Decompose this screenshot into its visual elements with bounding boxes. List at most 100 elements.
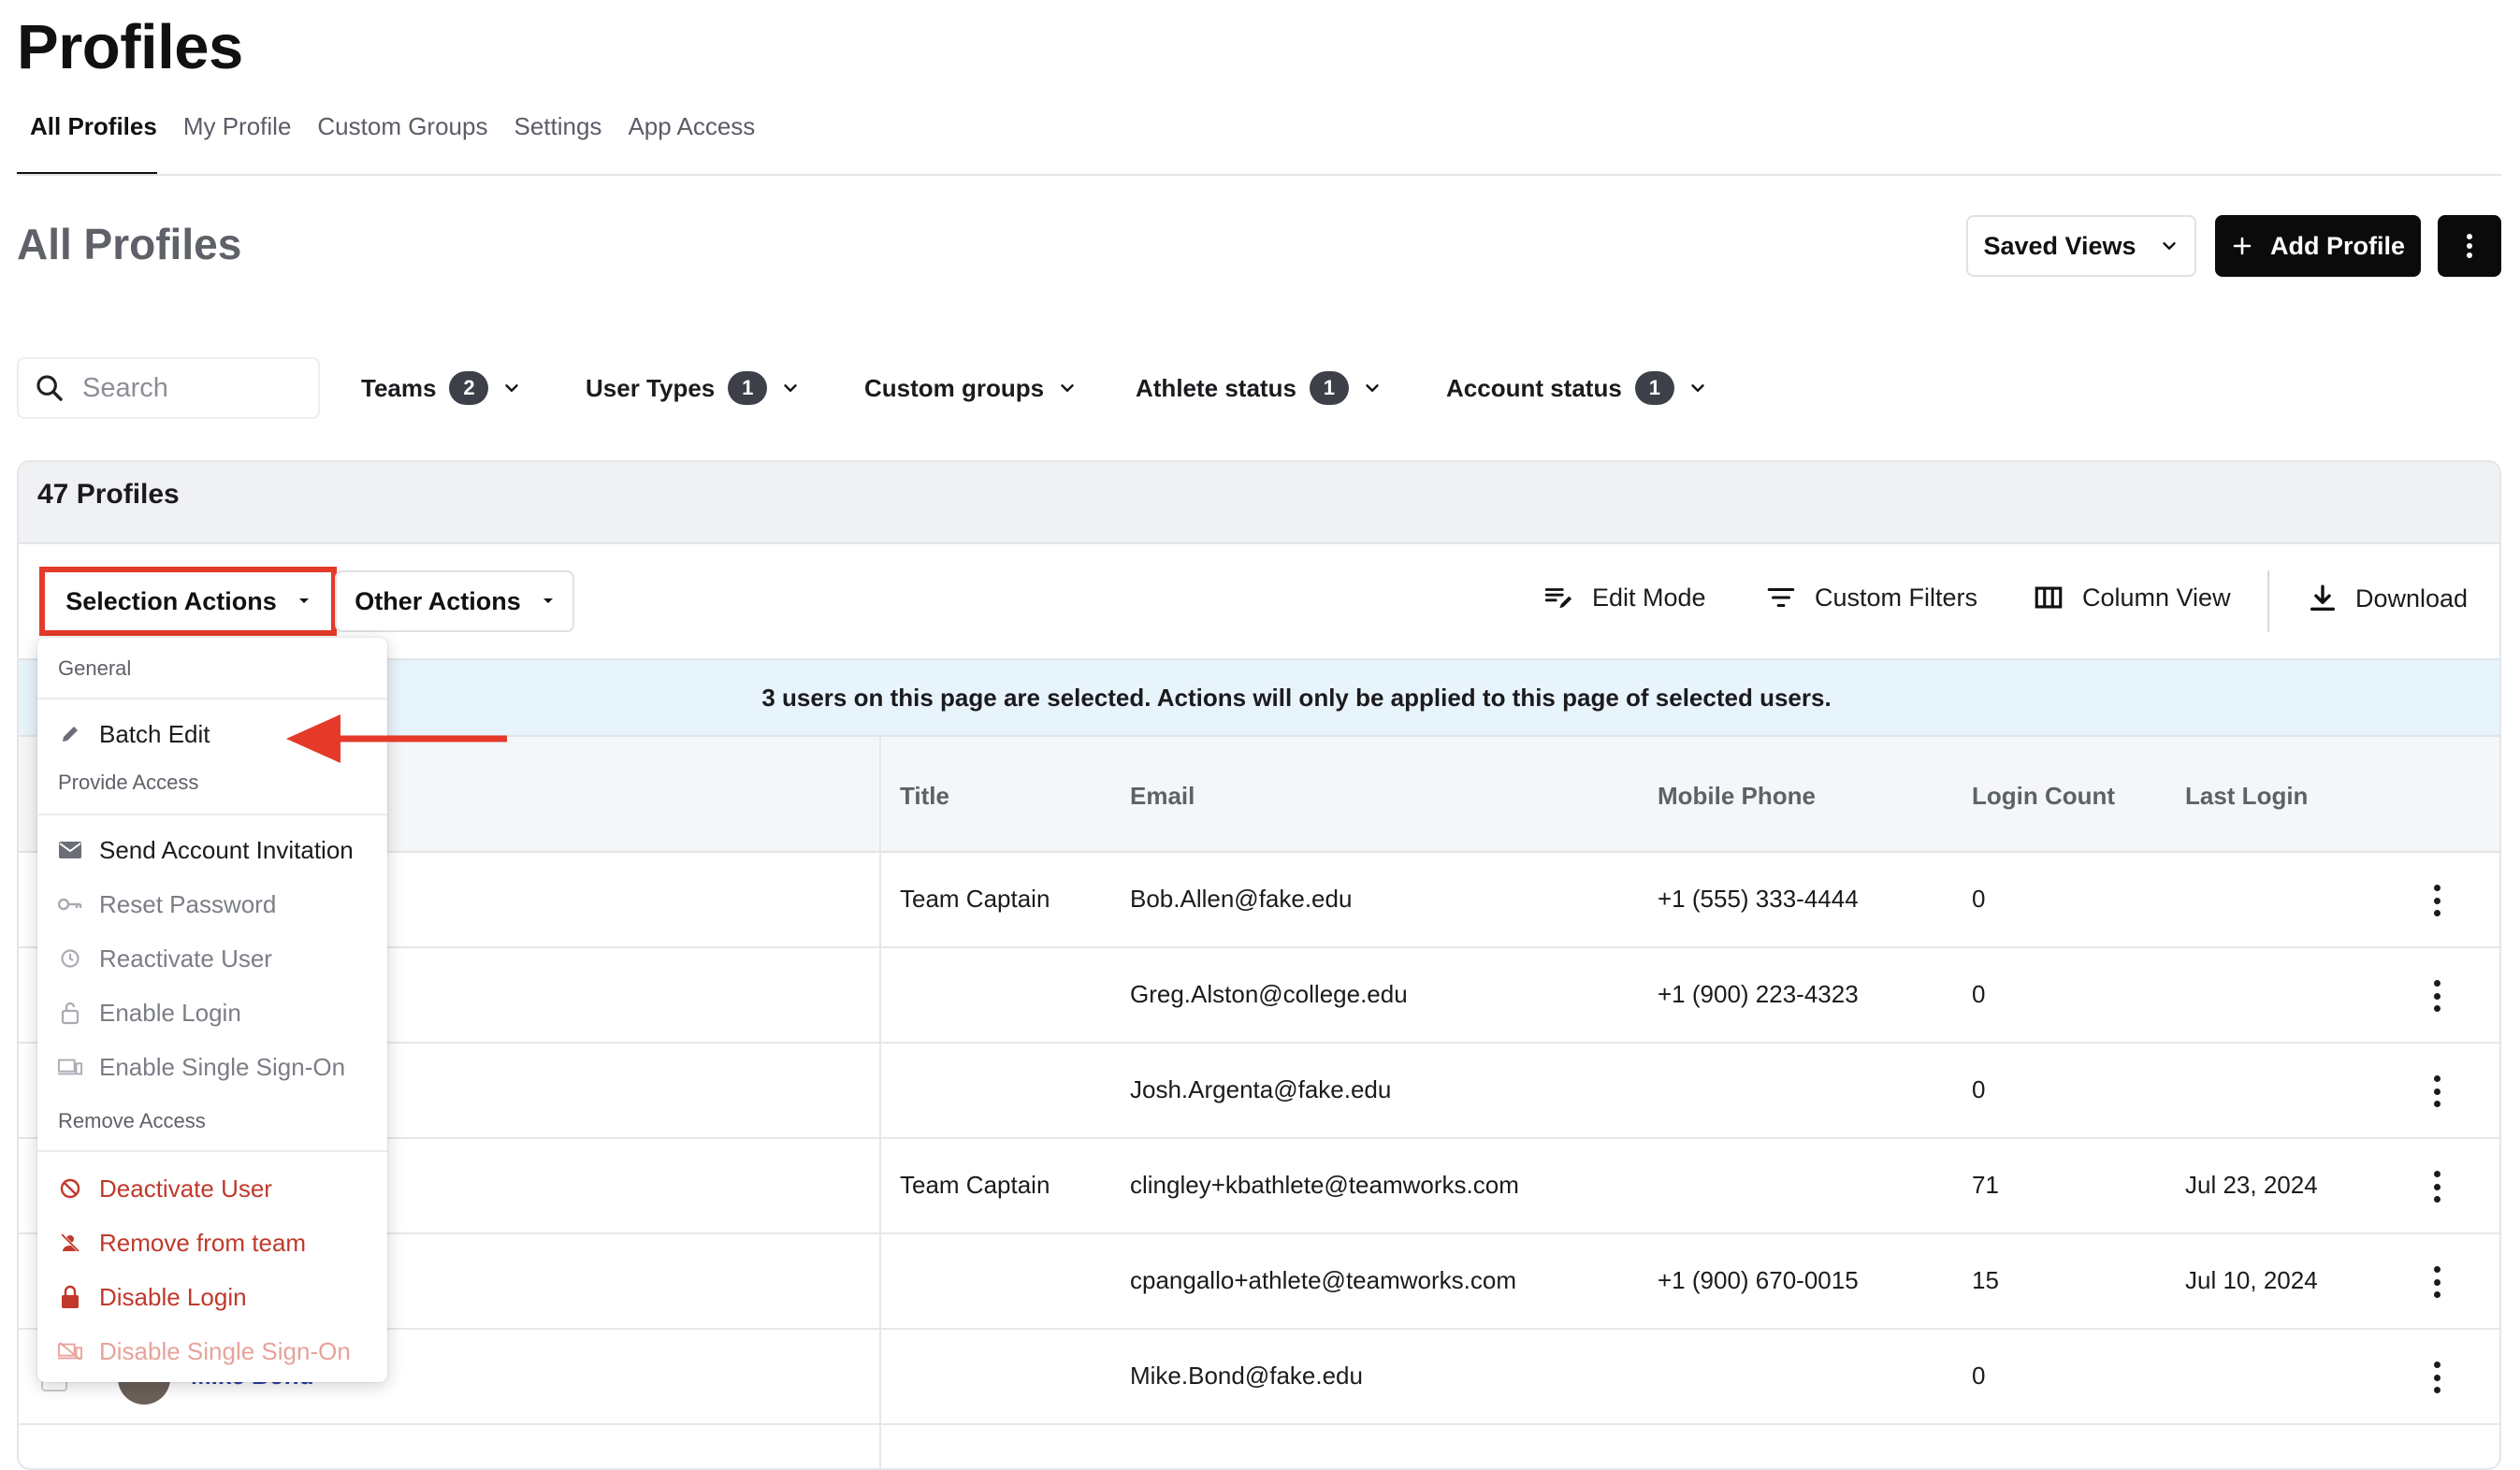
more-options-button[interactable] — [2438, 215, 2501, 277]
profile-tabs: All Profiles My Profile Custom Groups Se… — [17, 101, 768, 176]
menu-item-send-account-invitation[interactable]: Send Account Invitation — [58, 827, 354, 873]
menu-item-label: Disable Login — [99, 1282, 247, 1311]
search-icon — [36, 375, 63, 401]
menu-separator — [37, 1150, 387, 1152]
custom-filters-button[interactable]: Custom Filters — [1764, 582, 1977, 613]
menu-item-enable-single-sign-on[interactable]: Enable Single Sign-On — [58, 1044, 345, 1090]
row-menu-icon[interactable] — [2432, 980, 2441, 1012]
column-header-mobile-phone[interactable]: Mobile Phone — [1658, 782, 1816, 811]
menu-separator — [37, 698, 387, 699]
cell-mobile-phone: +1 (555) 333-4444 — [1658, 885, 1859, 913]
filter-lines-icon — [1767, 587, 1795, 608]
other-actions-label: Other Actions — [355, 586, 521, 615]
row-menu-icon[interactable] — [2432, 1266, 2441, 1298]
row-menu-icon[interactable] — [2432, 1075, 2441, 1107]
cell-email: Josh.Argenta@fake.edu — [1130, 1075, 1392, 1103]
column-header-title[interactable]: Title — [900, 782, 949, 811]
cell-last-login: Jul 23, 2024 — [2185, 1171, 2318, 1199]
lock-icon — [58, 1285, 82, 1309]
filter-count-badge: 2 — [449, 371, 489, 405]
table-row[interactable]: Team Captain clingley+kbathlete@teamwork… — [19, 1139, 2499, 1234]
edit-mode-button[interactable]: Edit Mode — [1542, 582, 1706, 613]
download-button[interactable]: Download — [2307, 582, 2468, 615]
download-label: Download — [2355, 584, 2469, 612]
menu-group-provide-access: Provide Access — [58, 771, 199, 794]
menu-item-batch-edit[interactable]: Batch Edit — [58, 711, 210, 757]
menu-item-remove-from-team[interactable]: Remove from team — [58, 1219, 306, 1266]
saved-views-label: Saved Views — [1983, 231, 2136, 260]
filter-label: Custom groups — [864, 373, 1045, 402]
row-menu-icon[interactable] — [2432, 1171, 2441, 1203]
cell-email: clingley+kbathlete@teamworks.com — [1130, 1171, 1519, 1199]
menu-item-disable-single-sign-on[interactable]: Disable Single Sign-On — [58, 1328, 351, 1375]
cell-mobile-phone: +1 (900) 223-4323 — [1658, 980, 1859, 1008]
tab-my-profile[interactable]: My Profile — [170, 101, 305, 176]
column-view-button[interactable]: Column View — [2032, 582, 2231, 613]
key-icon — [58, 892, 82, 916]
menu-separator — [37, 814, 387, 815]
table-row[interactable]: Mike Bond Mike.Bond@fake.edu 0 — [19, 1330, 2499, 1425]
columns-icon — [2035, 586, 2063, 609]
row-menu-icon[interactable] — [2432, 1362, 2441, 1393]
download-icon — [2310, 584, 2336, 612]
table-row[interactable]: Team Captain Bob.Allen@fake.edu +1 (555)… — [19, 853, 2499, 948]
toolbar-divider — [2267, 570, 2269, 632]
cell-email: cpangallo+athlete@teamworks.com — [1130, 1266, 1516, 1294]
block-icon — [58, 1176, 82, 1201]
devices-icon — [58, 1055, 82, 1079]
filter-custom-groups[interactable]: Custom groups — [864, 357, 1078, 419]
table-row[interactable]: Josh.Argenta@fake.edu 0 — [19, 1044, 2499, 1139]
cell-title: Team Captain — [900, 885, 1050, 913]
profiles-count: 47 Profiles — [37, 479, 180, 510]
tab-all-profiles[interactable]: All Profiles — [17, 101, 170, 176]
cell-email: Bob.Allen@fake.edu — [1130, 885, 1353, 913]
table-row[interactable]: cpangallo+athlete@teamworks.com +1 (900)… — [19, 1234, 2499, 1330]
cell-login-count: 0 — [1972, 980, 1986, 1008]
row-menu-icon[interactable] — [2432, 885, 2441, 916]
filter-count-badge: 1 — [1634, 371, 1674, 405]
plus-icon — [2233, 237, 2252, 255]
cell-email: Mike.Bond@fake.edu — [1130, 1362, 1363, 1390]
filter-label: User Types — [586, 373, 716, 402]
menu-item-label: Send Account Invitation — [99, 835, 354, 864]
add-profile-button[interactable]: Add Profile — [2215, 215, 2421, 277]
filter-teams[interactable]: Teams 2 — [361, 357, 522, 419]
other-actions-button[interactable]: Other Actions — [335, 570, 574, 632]
filter-athlete-status[interactable]: Athlete status 1 — [1136, 357, 1383, 419]
chevron-down-icon — [784, 384, 797, 392]
menu-item-reactivate-user[interactable]: Reactivate User — [58, 935, 272, 982]
selection-info-text: 3 users on this page are selected. Actio… — [761, 683, 1832, 712]
menu-item-label: Batch Edit — [99, 719, 210, 748]
tab-custom-groups[interactable]: Custom Groups — [304, 101, 500, 176]
menu-item-disable-login[interactable]: Disable Login — [58, 1274, 247, 1320]
column-header-last-login[interactable]: Last Login — [2185, 782, 2308, 811]
selection-actions-button[interactable]: Selection Actions — [39, 567, 337, 636]
menu-item-enable-login[interactable]: Enable Login — [58, 989, 241, 1036]
cell-login-count: 0 — [1972, 885, 1986, 913]
menu-item-label: Disable Single Sign-On — [99, 1336, 351, 1365]
filter-account-status[interactable]: Account status 1 — [1446, 357, 1708, 419]
tab-app-access[interactable]: App Access — [615, 101, 768, 176]
menu-group-remove-access: Remove Access — [58, 1109, 206, 1132]
table-row[interactable]: Greg.Alston@college.edu +1 (900) 223-432… — [19, 948, 2499, 1044]
pencil-icon — [58, 722, 82, 746]
menu-item-label: Enable Single Sign-On — [99, 1052, 346, 1081]
menu-item-label: Reset Password — [99, 889, 277, 918]
menu-item-label: Enable Login — [99, 998, 241, 1027]
saved-views-button[interactable]: Saved Views — [1966, 215, 2196, 277]
menu-item-reset-password[interactable]: Reset Password — [58, 881, 276, 928]
edit-mode-label: Edit Mode — [1592, 583, 1706, 612]
chevron-down-icon — [1691, 384, 1704, 392]
menu-item-deactivate-user[interactable]: Deactivate User — [58, 1165, 272, 1212]
column-header-login-count[interactable]: Login Count — [1972, 782, 2115, 811]
page-title: Profiles — [17, 12, 243, 82]
search-input[interactable]: Search — [17, 357, 320, 419]
chevron-down-icon — [505, 384, 519, 392]
cell-login-count: 0 — [1972, 1362, 1986, 1390]
menu-item-label: Remove from team — [99, 1228, 307, 1257]
cell-email: Greg.Alston@college.edu — [1130, 980, 1408, 1008]
tab-settings[interactable]: Settings — [500, 101, 615, 176]
devices-off-icon — [58, 1339, 82, 1363]
filter-user-types[interactable]: User Types 1 — [586, 357, 801, 419]
column-header-email[interactable]: Email — [1130, 782, 1195, 811]
